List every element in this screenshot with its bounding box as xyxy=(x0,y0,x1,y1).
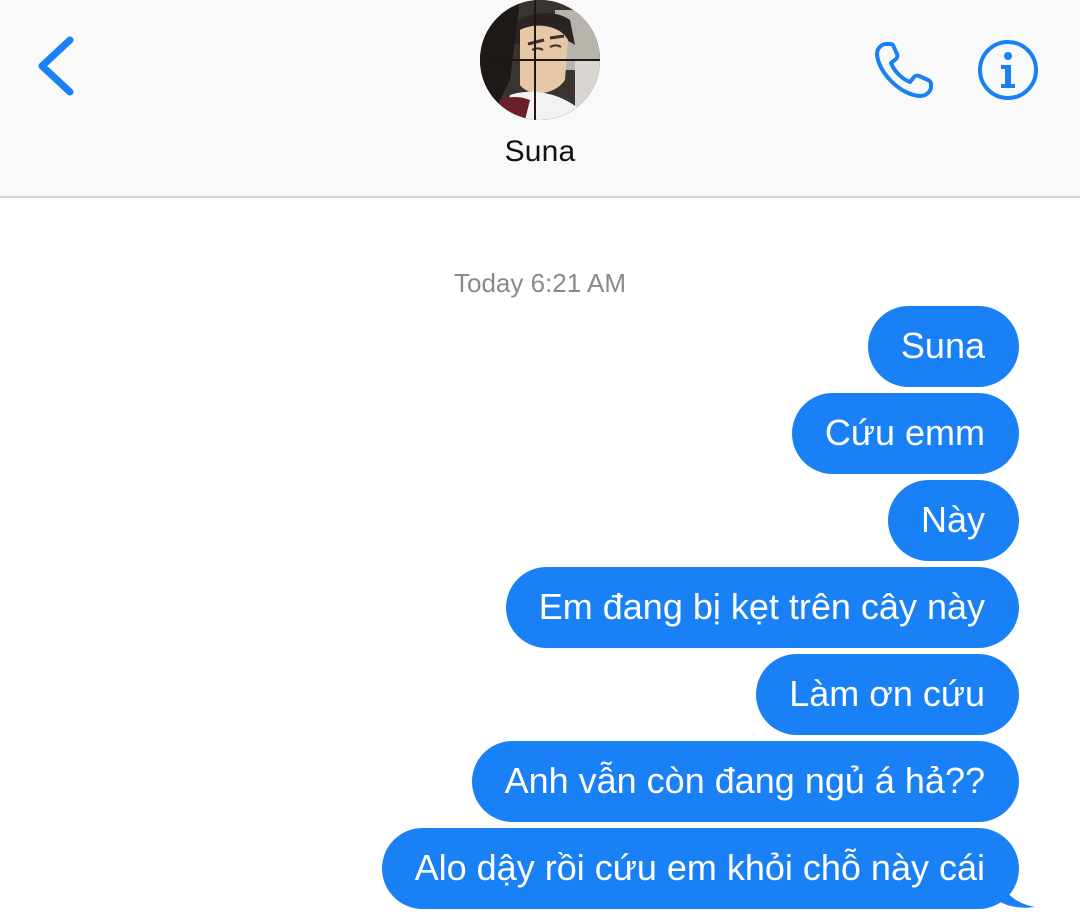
call-button[interactable] xyxy=(872,38,938,102)
bubble-tail xyxy=(995,873,1035,908)
info-icon xyxy=(978,40,1038,100)
message-row: Alo dậy rồi cứu em khỏi chỗ này cái xyxy=(0,828,1080,909)
phone-icon xyxy=(875,42,933,98)
message-bubble[interactable]: Làm ơn cứu xyxy=(756,654,1019,735)
message-text: Alo dậy rồi cứu em khỏi chỗ này cái xyxy=(414,847,985,888)
message-row: Cứu emm xyxy=(0,393,1080,474)
message-timestamp: Today 6:21 AM xyxy=(454,268,626,298)
message-thread: Suna Cứu emm Này Em đang bị kẹt trên cây… xyxy=(0,306,1080,915)
message-bubble[interactable]: Alo dậy rồi cứu em khỏi chỗ này cái xyxy=(381,828,1035,909)
message-bubble[interactable]: Em đang bị kẹt trên cây này xyxy=(505,567,1019,648)
contact-photo xyxy=(480,0,600,120)
avatar[interactable] xyxy=(480,0,600,120)
message-row: Anh vẫn còn đang ngủ á hả?? xyxy=(0,741,1080,822)
conversation-header: Suna xyxy=(0,0,1080,198)
message-row: Suna xyxy=(0,306,1080,387)
message-row: Này xyxy=(0,480,1080,561)
message-bubble[interactable]: Suna xyxy=(867,306,1019,387)
message-bubble[interactable]: Anh vẫn còn đang ngủ á hả?? xyxy=(471,741,1019,822)
message-bubble[interactable]: Cứu emm xyxy=(791,393,1019,474)
message-bubble[interactable]: Này xyxy=(887,480,1019,561)
message-row: Làm ơn cứu xyxy=(0,654,1080,735)
back-button[interactable] xyxy=(30,30,86,100)
contact-name[interactable]: Suna xyxy=(440,135,640,169)
chevron-left-icon xyxy=(38,36,74,96)
info-button[interactable] xyxy=(976,38,1040,102)
message-row: Em đang bị kẹt trên cây này xyxy=(0,567,1080,648)
